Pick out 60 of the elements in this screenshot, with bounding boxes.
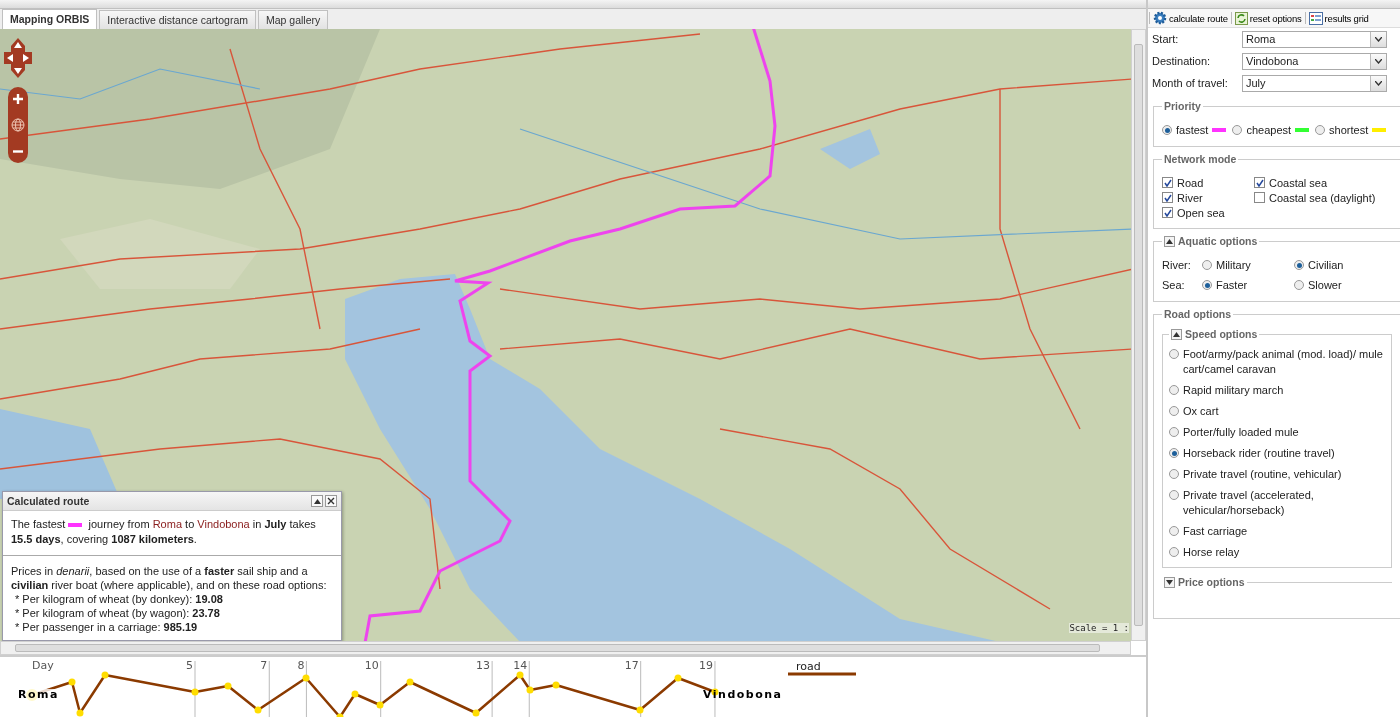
checkbox-label: Road — [1177, 176, 1204, 189]
radio-label: Civilian — [1308, 259, 1344, 271]
tick-label: 7 — [260, 660, 269, 672]
section-title: Aquatic options — [1178, 235, 1258, 247]
legend-label: road — [796, 660, 821, 673]
row-label: Sea: — [1162, 279, 1186, 291]
dropdown-field[interactable]: July — [1242, 74, 1387, 92]
route-summary: The fastest journey from Roma to Vindobona in July takes 15.5 days, covering 1087 kilometers. — [3, 511, 341, 556]
checkbox-label: Open sea — [1177, 206, 1225, 219]
price-line: * Per kilogram of wheat (by donkey): 19.08 — [14, 592, 224, 606]
scale-label: Scale = 1 : — [1069, 623, 1129, 633]
radio-label: cheapest — [1246, 124, 1292, 136]
checkbox-label: Coastal sea — [1269, 176, 1328, 189]
row-label: River: — [1162, 259, 1192, 271]
tick-label: 8 — [297, 660, 306, 672]
price-line: * Per kilogram of wheat (by wagon): 23.78 — [14, 606, 221, 620]
radio-label: Foot/army/pack animal (mod. load)/ mule cart/camel caravan — [1183, 347, 1383, 377]
toolbar-button[interactable]: results grid — [1307, 11, 1370, 25]
section-title: Road options — [1163, 308, 1233, 320]
radio-label: Private travel (routine, vehicular) — [1183, 467, 1342, 482]
radio-label: Faster — [1216, 279, 1248, 291]
radio-label: shortest — [1329, 124, 1369, 136]
section-title: Speed options — [1185, 328, 1258, 340]
section-title: Network mode — [1163, 153, 1238, 165]
axis-label: Day — [32, 660, 54, 672]
radio-label: Fast carriage — [1183, 524, 1248, 539]
field-label: Month of travel: — [1152, 77, 1229, 89]
tick-label: 13 — [476, 660, 492, 672]
field-label: Destination: — [1152, 55, 1212, 67]
tick-label: 10 — [364, 660, 380, 672]
radio-label: Horseback rider (routine travel) — [1183, 446, 1335, 461]
checkbox-label: River — [1177, 191, 1203, 204]
section-title: Price options — [1178, 576, 1245, 588]
checkbox-label: Coastal sea (daylight) — [1269, 191, 1376, 204]
radio-label: Porter/fully loaded mule — [1183, 425, 1299, 440]
tick-label: 19 — [698, 660, 714, 672]
start-label: Roma — [18, 689, 59, 701]
section-title: Priority — [1163, 100, 1202, 112]
tab[interactable]: Map gallery — [258, 10, 329, 29]
prices-intro: Prices in denarii, based on the use of a faster sail ship and a civilian river boat (where applicable), and on these road options: — [11, 564, 328, 592]
toolbar-button[interactable]: reset options — [1233, 11, 1303, 25]
tab[interactable]: Mapping ORBIS — [2, 9, 98, 29]
end-label: Vindobona — [703, 689, 783, 701]
radio-label: Slower — [1308, 279, 1342, 291]
popup-title: Calculated route — [7, 495, 90, 507]
toolbar-button[interactable]: calculate route — [1152, 11, 1229, 25]
radio-label: Rapid military march — [1183, 383, 1284, 398]
radio-label: Ox cart — [1183, 404, 1219, 419]
tab[interactable]: Interactive distance cartogram — [99, 10, 256, 29]
price-line: * Per passenger in a carriage: 985.19 — [14, 620, 199, 634]
radio-label: Private travel (accelerated, vehicular/horseback) — [1183, 488, 1315, 518]
radio-label: fastest — [1176, 124, 1209, 136]
dropdown-field[interactable]: Vindobona — [1242, 52, 1387, 70]
field-label: Start: — [1152, 33, 1180, 45]
tick-label: 17 — [624, 660, 640, 672]
tick-label: 14 — [513, 660, 529, 672]
radio-label: Horse relay — [1183, 545, 1240, 560]
tick-label: 5 — [186, 660, 194, 672]
radio-label: Military — [1216, 259, 1251, 271]
dropdown-field[interactable]: Roma — [1242, 30, 1387, 48]
